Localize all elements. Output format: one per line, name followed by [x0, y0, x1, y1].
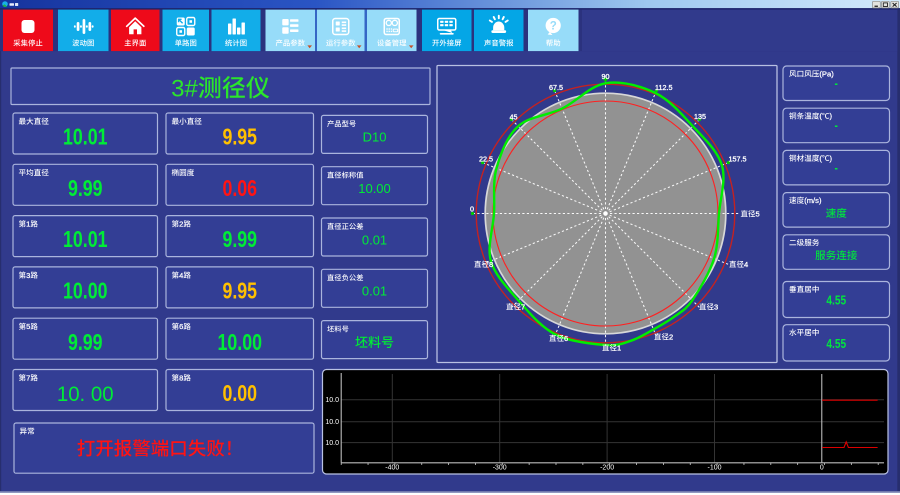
- svg-text:10.0: 10.0: [325, 397, 339, 404]
- svg-text:10.00: 10.00: [218, 330, 262, 356]
- svg-text:8: 8: [489, 260, 493, 269]
- svg-text:6: 6: [179, 322, 183, 331]
- svg-text:9.99: 9.99: [68, 330, 103, 356]
- svg-text:4: 4: [744, 260, 748, 269]
- svg-text:157.5: 157.5: [729, 155, 747, 164]
- svg-text:8: 8: [179, 374, 183, 383]
- svg-text:7: 7: [521, 303, 525, 312]
- svg-text:5: 5: [756, 210, 760, 219]
- svg-text:5: 5: [26, 322, 30, 331]
- svg-text:-200: -200: [600, 464, 614, 471]
- svg-text:-300: -300: [493, 464, 507, 471]
- svg-text:67.5: 67.5: [549, 83, 563, 92]
- svg-text:10.00: 10.00: [358, 181, 391, 196]
- svg-text:3: 3: [714, 303, 718, 312]
- svg-text:-: -: [835, 78, 839, 91]
- svg-text:0.01: 0.01: [362, 284, 387, 299]
- svg-text:3: 3: [26, 271, 30, 280]
- svg-text:0: 0: [470, 205, 474, 214]
- svg-text:-100: -100: [707, 464, 721, 471]
- svg-text:?: ?: [550, 20, 557, 32]
- svg-text:4: 4: [179, 271, 183, 280]
- svg-text:7: 7: [26, 374, 30, 383]
- svg-text:9.95: 9.95: [222, 278, 257, 304]
- svg-text:45: 45: [509, 113, 517, 122]
- svg-text:(m/s): (m/s): [804, 196, 822, 205]
- svg-text:10.00: 10.00: [63, 278, 107, 304]
- svg-text:-: -: [835, 162, 839, 175]
- svg-text:2: 2: [669, 333, 673, 342]
- svg-text:10.0: 10.0: [325, 419, 339, 426]
- svg-text:-: -: [835, 120, 839, 133]
- svg-text:112.5: 112.5: [655, 83, 672, 92]
- svg-text:1: 1: [26, 220, 30, 229]
- svg-text:9.99: 9.99: [222, 227, 257, 253]
- svg-text:3#: 3#: [171, 75, 198, 102]
- svg-text:10.01: 10.01: [63, 227, 107, 253]
- svg-text:10.0: 10.0: [325, 440, 339, 447]
- svg-text:90: 90: [602, 72, 610, 81]
- svg-text:0.01: 0.01: [362, 232, 387, 247]
- svg-text:-400: -400: [385, 464, 399, 471]
- svg-text:135: 135: [694, 112, 706, 121]
- svg-text:10. 00: 10. 00: [57, 383, 114, 407]
- svg-text:9.95: 9.95: [222, 125, 257, 151]
- svg-text:4.55: 4.55: [826, 295, 846, 308]
- svg-text:0: 0: [820, 464, 824, 471]
- svg-text:D10: D10: [363, 130, 387, 145]
- svg-text:0.00: 0.00: [222, 381, 257, 407]
- svg-text:(Pa): (Pa): [819, 70, 834, 79]
- svg-text:2: 2: [179, 220, 183, 229]
- svg-text:4.55: 4.55: [826, 338, 846, 351]
- svg-text:1: 1: [617, 344, 621, 353]
- svg-text:0.06: 0.06: [222, 176, 257, 202]
- svg-text:9.99: 9.99: [68, 176, 103, 202]
- svg-text:10.01: 10.01: [63, 125, 107, 151]
- svg-text:6: 6: [564, 334, 568, 343]
- svg-text:22.5: 22.5: [479, 155, 493, 164]
